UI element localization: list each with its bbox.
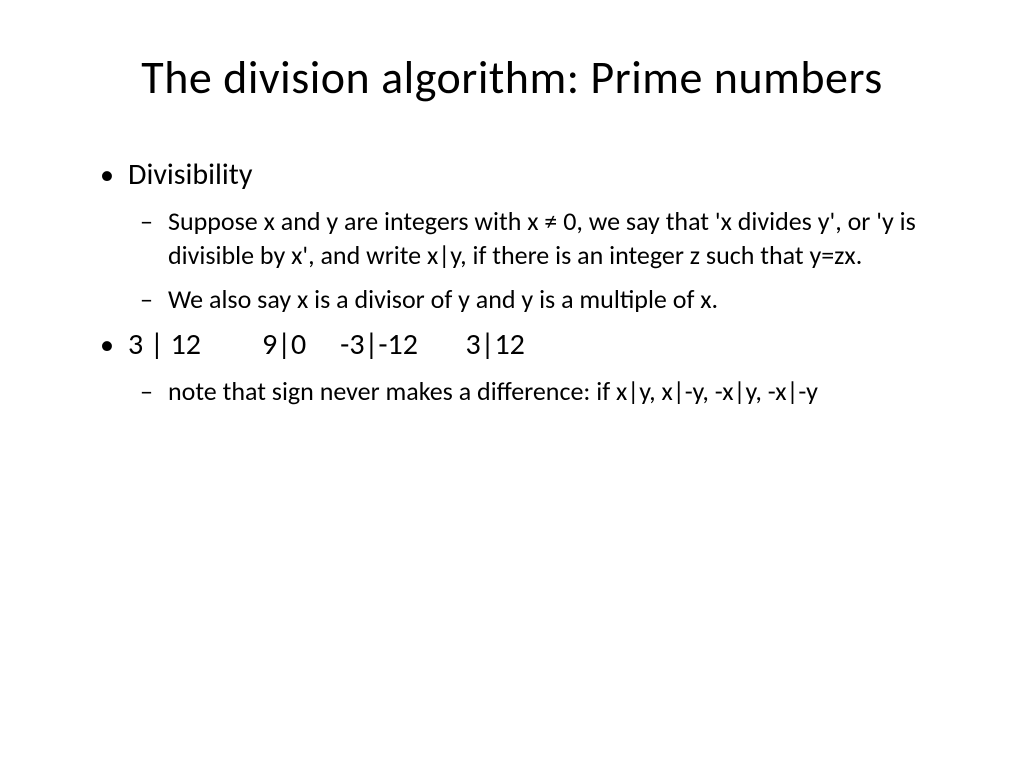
sub-bullet-definition: Suppose x and y are integers with x ≠ 0,… [140, 204, 964, 272]
slide-title: The division algorithm: Prime numbers [60, 50, 964, 106]
bullet-examples: 3 | 12 9|0 -3|-12 3|12 note that sign ne… [100, 326, 964, 408]
bullet-label: 3 | 12 9|0 -3|-12 3|12 [128, 326, 525, 363]
bullet-divisibility: Divisibility Suppose x and y are integer… [100, 156, 964, 316]
sub-bullet-divisor: We also say x is a divisor of y and y is… [140, 282, 964, 316]
sub-bullet-text: Suppose x and y are integers with x ≠ 0,… [168, 205, 916, 271]
bullet-label: Divisibility [128, 156, 252, 193]
slide-content: Divisibility Suppose x and y are integer… [60, 156, 964, 408]
sub-bullet-text: note that sign never makes a difference:… [168, 375, 818, 407]
sub-bullet-text: We also say x is a divisor of y and y is… [168, 283, 718, 315]
sub-bullet-sign-note: note that sign never makes a difference:… [140, 374, 964, 408]
